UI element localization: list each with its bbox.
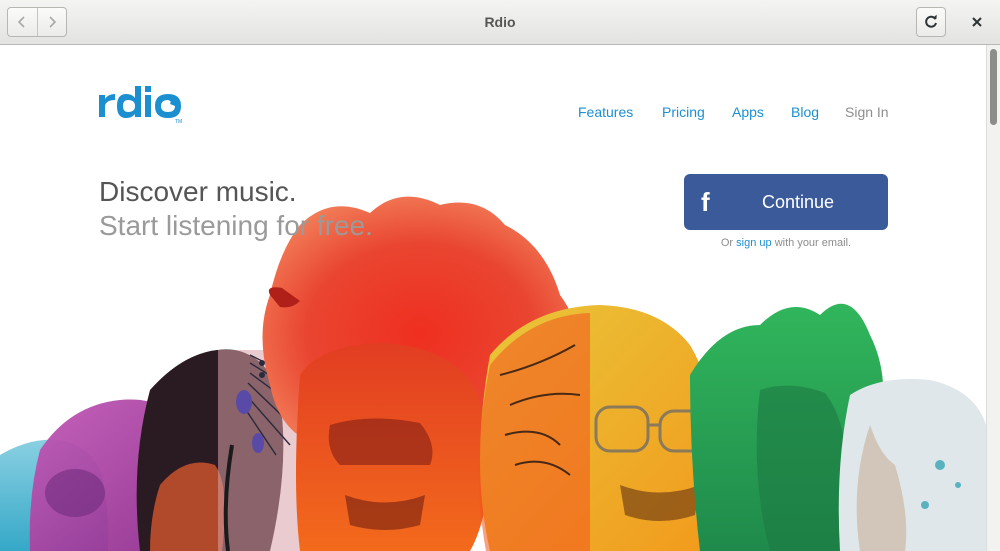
window-titlebar: Rdio [0,0,1000,45]
headline-line-2: Start listening for free. [99,210,373,241]
hero-headline: Discover music. Start listening for free… [99,175,373,243]
facebook-continue-button[interactable]: f Continue [684,174,888,230]
signup-note-prefix: Or [720,237,737,249]
nav-apps[interactable]: Apps [732,104,764,120]
chevron-right-icon [49,16,56,28]
rdio-logo[interactable]: TM [97,83,187,128]
window-title: Rdio [484,14,516,30]
reload-button[interactable] [916,7,946,37]
rdio-logo-icon: TM [99,86,182,125]
nav-blog[interactable]: Blog [791,104,819,120]
scrollbar-thumb[interactable] [990,49,997,125]
close-button[interactable] [963,8,991,36]
page-viewport: TM Features Pricing Apps Blog Sign In Di… [0,45,986,551]
headline-line-1: Discover music. [99,176,297,207]
back-button[interactable] [8,8,37,36]
chevron-left-icon [18,16,25,28]
history-navigation [7,7,67,37]
nav-pricing[interactable]: Pricing [662,104,705,120]
sign-up-link[interactable]: sign up [736,237,771,249]
signup-note: Or sign up with your email. [684,237,888,249]
vertical-scrollbar[interactable] [986,45,1000,551]
svg-text:TM: TM [175,119,182,123]
reload-icon [925,14,937,28]
forward-button[interactable] [36,8,67,36]
nav-sign-in[interactable]: Sign In [845,104,889,120]
continue-label: Continue [761,192,835,212]
close-icon [972,17,982,27]
signup-note-suffix: with your email. [771,237,852,249]
nav-features[interactable]: Features [578,104,633,120]
